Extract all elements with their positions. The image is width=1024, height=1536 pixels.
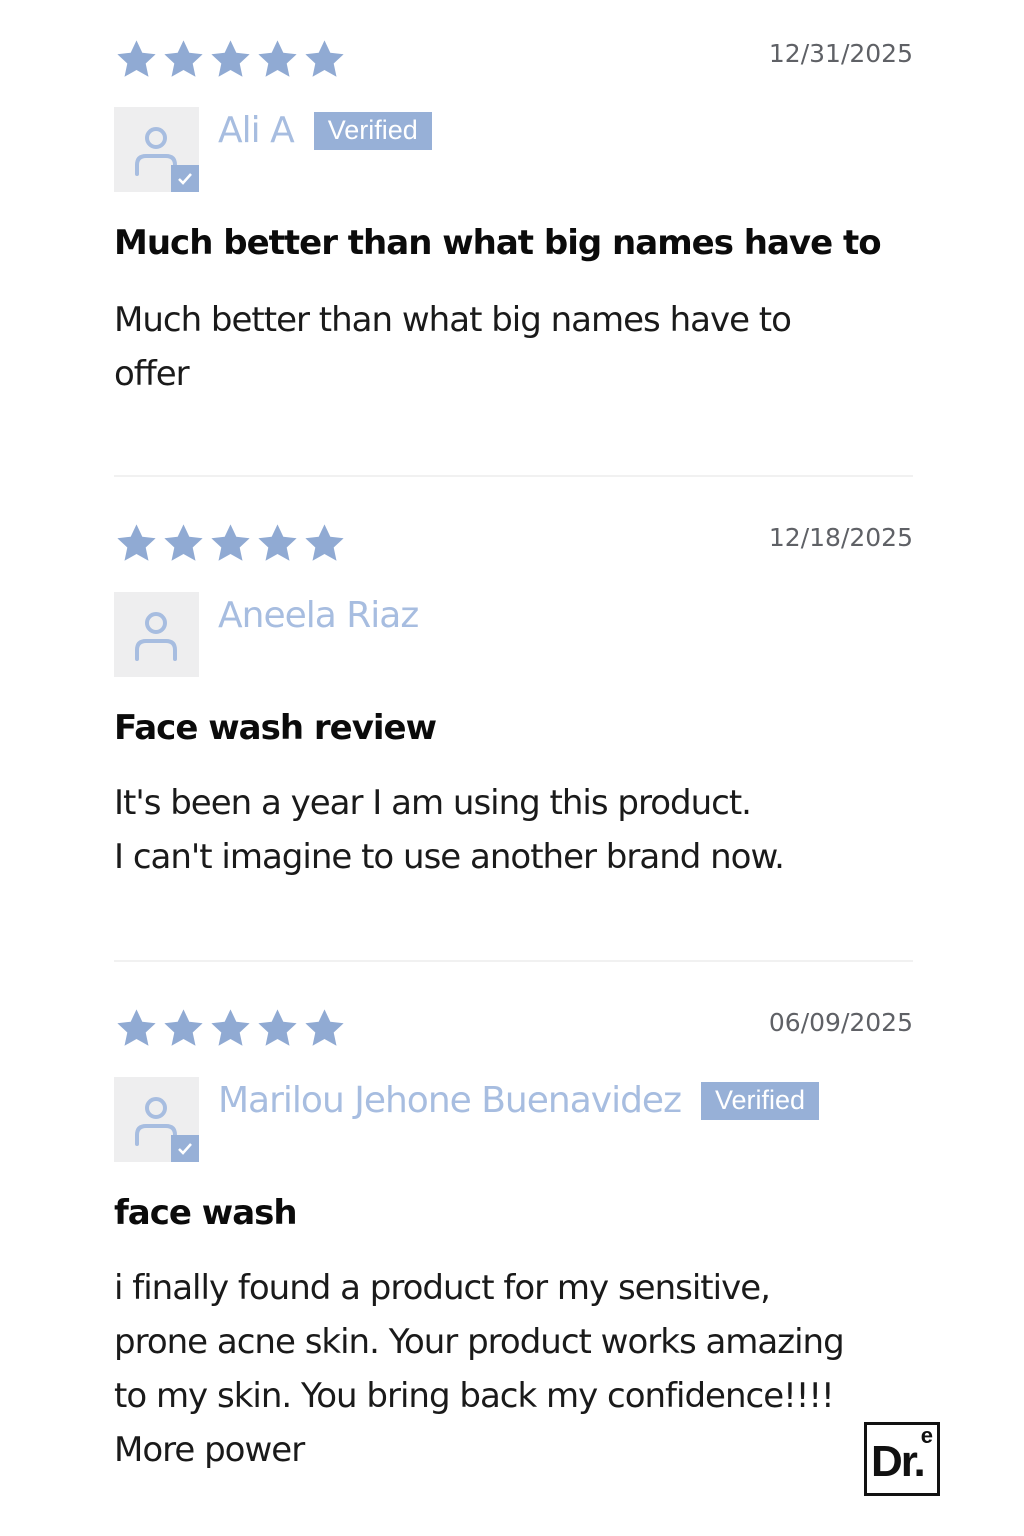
verified-check-icon xyxy=(171,1135,199,1162)
review-date: 06/09/2025 xyxy=(768,1008,913,1037)
review-date: 12/18/2025 xyxy=(768,523,913,552)
star-icon xyxy=(114,521,159,566)
star-rating xyxy=(114,521,347,561)
star-icon xyxy=(302,1006,347,1051)
star-icon xyxy=(208,1006,253,1051)
review-body: i finally found a product for my sensiti… xyxy=(114,1261,913,1477)
star-icon xyxy=(114,37,159,82)
review-item: 12/18/2025 Aneela Riaz Face wash review … xyxy=(114,521,913,881)
review-date: 12/31/2025 xyxy=(768,39,913,68)
star-icon xyxy=(302,521,347,566)
review-body-line: offer xyxy=(114,354,190,394)
review-body: It's been a year I am using this product… xyxy=(114,776,913,884)
review-title: face wash xyxy=(114,1193,298,1233)
star-icon xyxy=(114,1006,159,1051)
review-body: Much better than what big names have to … xyxy=(114,293,913,401)
verified-badge: Verified xyxy=(313,111,432,150)
author-name: Marilou Jehone Buenavidez xyxy=(218,1080,682,1121)
star-icon xyxy=(208,37,253,82)
star-rating xyxy=(114,37,347,77)
verified-badge: Verified xyxy=(700,1081,820,1120)
review-item: 06/09/2025 Marilou Jehone Buenavidez Ver… xyxy=(114,1006,913,1476)
review-title: Face wash review xyxy=(114,708,437,748)
author-name: Ali A xyxy=(218,110,295,151)
verified-check-icon xyxy=(171,165,199,192)
avatar xyxy=(114,1077,199,1162)
review-body-line: prone acne skin. Your product works amaz… xyxy=(114,1322,845,1362)
star-icon xyxy=(255,37,300,82)
review-body-line: i finally found a product for my sensiti… xyxy=(114,1268,771,1308)
review-body-line: Much better than what big names have to xyxy=(114,300,792,340)
star-icon xyxy=(255,1006,300,1051)
review-author: Marilou Jehone Buenavidez Verified xyxy=(218,1080,820,1121)
review-item: 12/31/2025 Ali A Verified Much better th… xyxy=(114,37,913,397)
brand-logo: e Dr. xyxy=(864,1422,940,1496)
review-author: Aneela Riaz xyxy=(218,595,419,636)
star-icon xyxy=(255,521,300,566)
star-icon xyxy=(161,37,206,82)
star-icon xyxy=(161,521,206,566)
divider xyxy=(114,475,913,477)
brand-logo-text: Dr. xyxy=(871,1437,926,1486)
author-name: Aneela Riaz xyxy=(218,595,419,636)
review-body-line: I can't imagine to use another brand now… xyxy=(114,837,785,877)
divider xyxy=(114,960,913,962)
user-icon xyxy=(135,612,177,661)
star-icon xyxy=(208,521,253,566)
star-rating xyxy=(114,1006,347,1046)
star-icon xyxy=(161,1006,206,1051)
avatar xyxy=(114,107,199,192)
review-title: Much better than what big names have to xyxy=(114,223,882,263)
review-body-line: More power xyxy=(114,1430,305,1470)
star-icon xyxy=(302,37,347,82)
review-author: Ali A Verified xyxy=(218,110,432,151)
review-body-line: to my skin. You bring back my confidence… xyxy=(114,1376,835,1416)
avatar xyxy=(114,592,199,677)
review-body-line: It's been a year I am using this product… xyxy=(114,783,752,823)
